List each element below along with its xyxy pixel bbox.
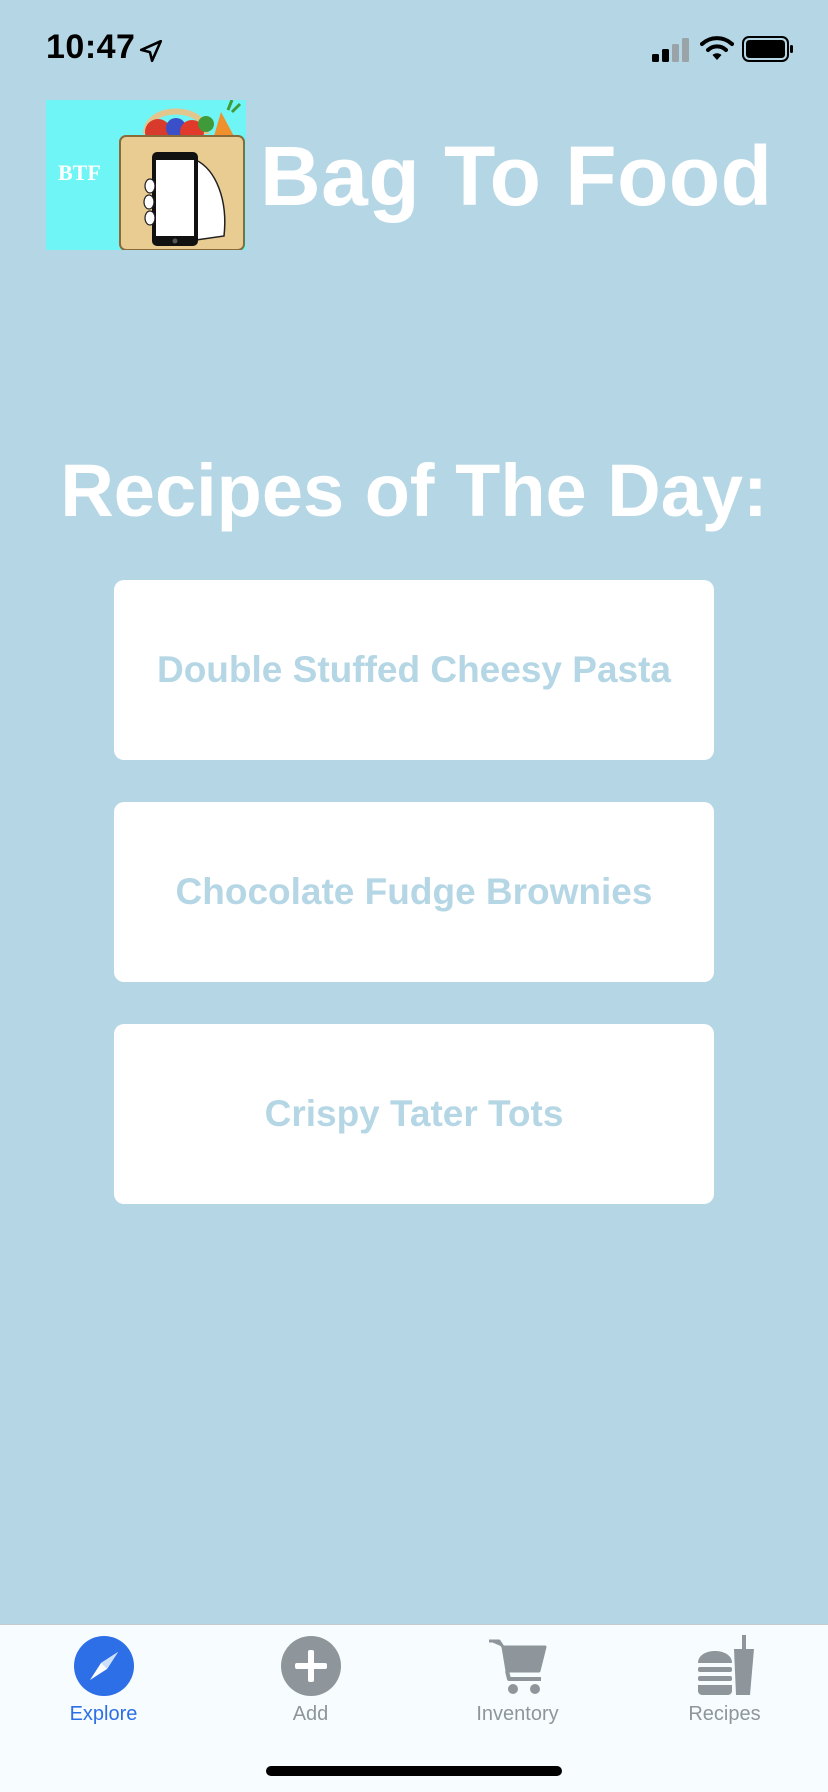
cellular-signal-icon [652, 38, 689, 62]
recipe-card-label: Chocolate Fudge Brownies [175, 871, 653, 912]
app-title: Bag To Food [260, 129, 773, 223]
tab-label: Inventory [476, 1703, 559, 1725]
tab-inventory[interactable]: Inventory [414, 1625, 621, 1745]
tab-recipes[interactable]: Recipes [621, 1625, 828, 1745]
battery-icon [742, 36, 793, 62]
recipe-card-label: Crispy Tater Tots [264, 1093, 564, 1134]
recipe-card-cheesy-pasta[interactable]: Double Stuffed Cheesy Pasta [114, 580, 714, 760]
app-logo: BTF [46, 100, 246, 250]
tab-label: Recipes [688, 1703, 761, 1725]
tab-add[interactable]: Add [207, 1625, 414, 1745]
home-indicator[interactable] [266, 1766, 562, 1776]
tab-explore[interactable]: Explore [0, 1625, 207, 1745]
location-arrow-icon [139, 39, 163, 63]
compass-icon [73, 1636, 134, 1696]
wifi-icon [700, 36, 734, 60]
status-time: 10:47 [46, 28, 136, 66]
recipe-card-tater-tots[interactable]: Crispy Tater Tots [114, 1024, 714, 1204]
status-bar: 10:47 [0, 0, 828, 100]
recipe-card-fudge-brownies[interactable]: Chocolate Fudge Brownies [114, 802, 714, 982]
plus-circle-icon [280, 1636, 341, 1696]
burger-drink-icon [697, 1635, 754, 1695]
svg-text:BTF: BTF [58, 160, 101, 185]
recipe-card-label: Double Stuffed Cheesy Pasta [156, 649, 671, 690]
tab-label: Add [292, 1703, 329, 1725]
tab-label: Explore [69, 1703, 138, 1725]
recipes-of-the-day-heading: Recipes of The Day: [60, 449, 768, 532]
cart-icon [488, 1639, 546, 1694]
